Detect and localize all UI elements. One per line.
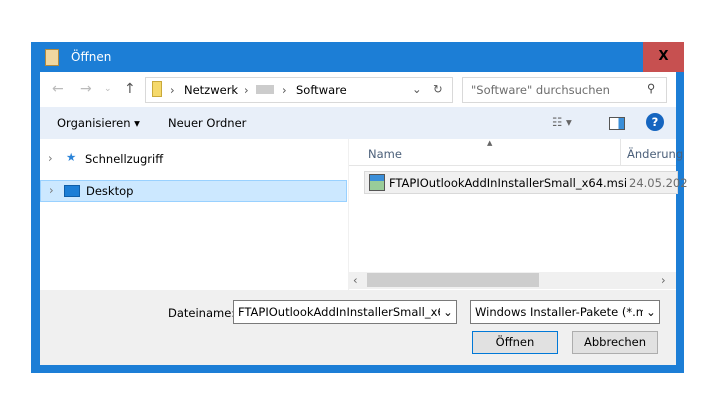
horizontal-scrollbar[interactable]: ‹ › xyxy=(349,272,676,289)
filetype-select[interactable]: Windows Installer-Pakete (*.msi) ⌄ xyxy=(470,300,660,324)
sort-ascending-icon: ▲ xyxy=(487,139,493,147)
close-button[interactable]: X xyxy=(643,42,684,72)
navigation-pane: › ★ Schnellzugriff › Desktop xyxy=(40,139,348,290)
dialog-body: ← → ⌄ ↑ › Netzwerk › › Software ⌄ ↻ "Sof… xyxy=(40,72,688,365)
star-icon: ★ xyxy=(66,150,77,164)
msi-installer-icon xyxy=(369,174,385,191)
chevron-down-icon[interactable]: ⌄ xyxy=(412,82,422,96)
network-folder-icon xyxy=(152,81,162,97)
scroll-right-icon[interactable]: › xyxy=(661,273,666,287)
desktop-icon xyxy=(64,185,80,197)
filename-combobox[interactable]: FTAPIOutlookAddInInstallerSmall_x64.msi … xyxy=(233,300,457,324)
recent-chevron-icon[interactable]: ⌄ xyxy=(104,84,112,94)
file-selection-area: Dateiname: FTAPIOutlookAddInInstallerSma… xyxy=(40,290,676,365)
up-icon[interactable]: ↑ xyxy=(124,81,136,97)
column-name[interactable]: Name xyxy=(368,147,402,161)
blurred-breadcrumb[interactable] xyxy=(256,85,274,94)
column-headers: ▲ Name Änderung xyxy=(349,139,683,166)
breadcrumb-netzwerk[interactable]: Netzwerk xyxy=(184,83,238,97)
open-button[interactable]: Öffnen xyxy=(472,331,558,354)
toolbar: Organisieren ▾ Neuer Ordner ☷ ▾ ? xyxy=(40,107,676,139)
help-icon[interactable]: ? xyxy=(646,113,664,131)
new-folder-button[interactable]: Neuer Ordner xyxy=(168,116,246,130)
filename-label: Dateiname: xyxy=(168,306,236,320)
search-icon: ⚲ xyxy=(647,81,656,95)
organize-button[interactable]: Organisieren ▾ xyxy=(57,116,140,130)
file-list: ▲ Name Änderung FTAPIOutlookAddInInstall… xyxy=(349,139,688,290)
forward-icon[interactable]: → xyxy=(80,81,92,97)
scroll-left-icon[interactable]: ‹ xyxy=(353,273,358,287)
cancel-button[interactable]: Abbrechen xyxy=(572,331,658,354)
file-row[interactable]: FTAPIOutlookAddInInstallerSmall_x64.msi … xyxy=(364,171,688,194)
back-icon[interactable]: ← xyxy=(52,81,64,97)
breadcrumb-software[interactable]: Software xyxy=(296,83,347,97)
chevron-down-icon[interactable]: ⌄ xyxy=(440,301,456,323)
navigation-bar: ← → ⌄ ↑ › Netzwerk › › Software ⌄ ↻ "Sof… xyxy=(40,72,676,107)
search-input[interactable]: "Software" durchsuchen ⚲ xyxy=(462,77,667,103)
preview-pane-icon[interactable] xyxy=(609,117,625,130)
scrollbar-thumb[interactable] xyxy=(367,273,539,287)
title-bar[interactable]: Öffnen X xyxy=(31,42,684,72)
address-bar[interactable]: › Netzwerk › › Software ⌄ ↻ xyxy=(145,77,453,103)
chevron-down-icon[interactable]: ⌄ xyxy=(643,301,659,323)
column-modified[interactable]: Änderung xyxy=(627,147,683,161)
scroll-icon xyxy=(45,49,59,66)
sidebar-item-desktop[interactable]: › Desktop xyxy=(40,180,347,202)
refresh-icon[interactable]: ↻ xyxy=(433,82,443,96)
window-title: Öffnen xyxy=(71,50,112,64)
view-options-icon[interactable]: ☷ ▾ xyxy=(552,115,572,129)
sidebar-item-quick-access[interactable]: › ★ Schnellzugriff xyxy=(40,149,346,169)
open-dialog: Öffnen X ← → ⌄ ↑ › Netzwerk › › Software… xyxy=(31,42,688,373)
